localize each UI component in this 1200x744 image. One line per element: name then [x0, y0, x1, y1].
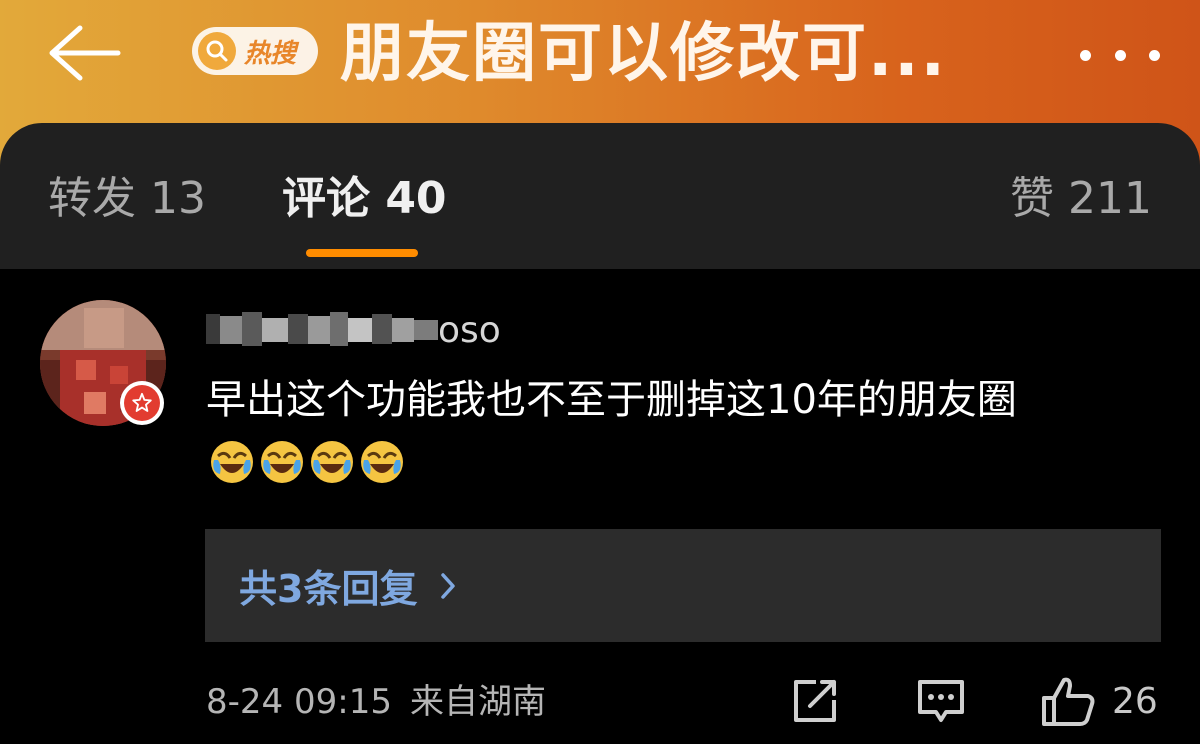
laughing-crying-emoji-icon	[261, 441, 303, 483]
search-icon	[198, 32, 236, 70]
back-button[interactable]	[40, 20, 130, 86]
comment-meta: 8-24 09:15 来自湖南	[206, 675, 546, 729]
comment-screen: 热搜 朋友圈可以修改可... 转发 13 评论 40 赞 211 oso 早出这…	[0, 0, 1200, 744]
share-icon	[794, 680, 836, 722]
tab-bar: 转发 13 评论 40 赞 211	[0, 123, 1200, 269]
emoji-row	[208, 438, 408, 486]
chevron-right-icon	[441, 572, 456, 599]
laughing-crying-emoji-icon	[211, 441, 253, 483]
tab-repost[interactable]: 转发 13	[48, 169, 206, 229]
more-button[interactable]	[1080, 40, 1160, 70]
star-badge-icon	[124, 385, 160, 421]
page-title: 朋友圈可以修改可...	[340, 17, 947, 91]
reply-button[interactable]	[916, 676, 966, 726]
laughing-crying-emoji-icon	[311, 441, 353, 483]
arrow-left-icon	[49, 25, 121, 81]
username-text: oso	[438, 309, 501, 351]
hot-badge-label: 热搜	[244, 38, 297, 69]
like-button[interactable]	[1040, 676, 1096, 728]
laughing-crying-emoji-icon	[361, 441, 403, 483]
share-button[interactable]	[790, 676, 840, 726]
comment-text: 早出这个功能我也不至于删掉这10年的朋友圈	[206, 377, 1017, 423]
redacted-username-blur	[206, 308, 438, 352]
thumbs-up-icon	[1042, 677, 1095, 726]
like-count: 26	[1112, 681, 1158, 722]
hot-search-badge[interactable]: 热搜	[192, 27, 318, 75]
more-dot	[1114, 49, 1126, 61]
active-tab-indicator	[306, 249, 418, 257]
tab-likes[interactable]: 赞 211	[1010, 169, 1152, 229]
comment-body: 早出这个功能我也不至于删掉这10年的朋友圈	[206, 370, 1166, 490]
member-badge	[120, 381, 164, 425]
tab-comments[interactable]: 评论 40	[282, 169, 447, 229]
replies-label: 共3条回复	[239, 567, 418, 611]
more-dots-icon	[1080, 49, 1091, 61]
view-replies-button[interactable]: 共3条回复	[205, 529, 1161, 642]
more-dot	[1149, 49, 1160, 61]
comment-username[interactable]: oso	[206, 305, 501, 355]
comment-icon	[918, 680, 964, 722]
comment-location: 来自湖南	[409, 682, 546, 722]
comment-timestamp: 8-24 09:15	[206, 682, 392, 722]
